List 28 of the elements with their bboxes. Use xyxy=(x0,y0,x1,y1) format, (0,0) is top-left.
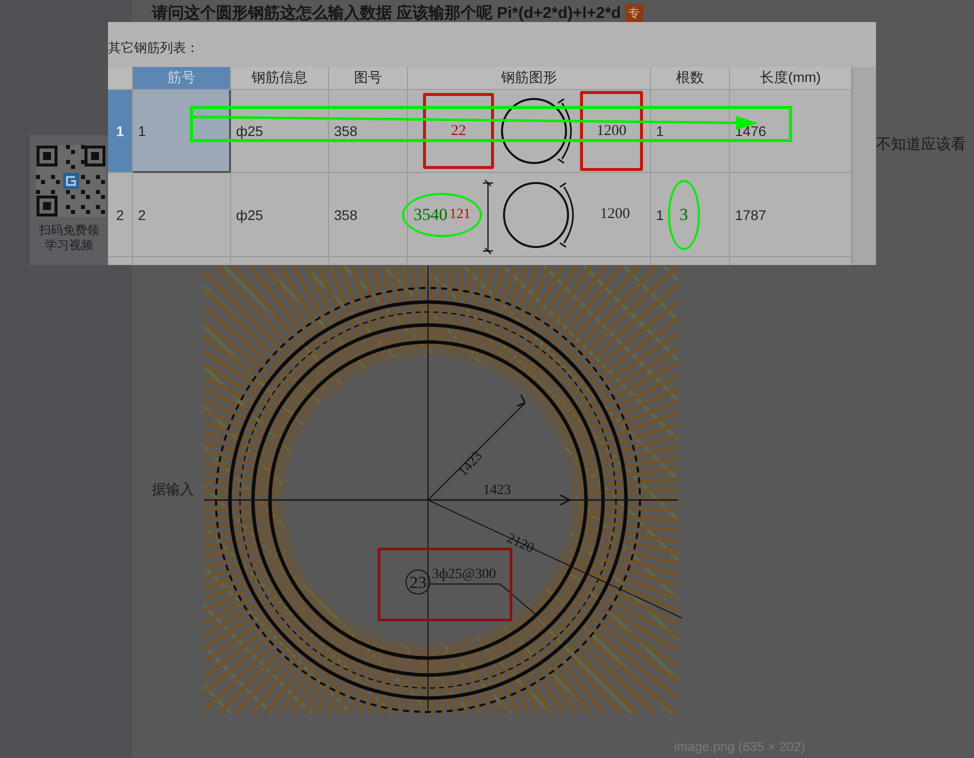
post-title: 请问这个圆形钢筋这怎么输入数据 应该输那个呢 Pi*(d+2*d)+l+2*d xyxy=(152,3,621,24)
dimension-label: 1200 xyxy=(599,206,631,223)
dimension-label: 22 xyxy=(423,93,494,169)
note-text: 3540 xyxy=(414,204,448,224)
post-text: 不知道应该看 xyxy=(876,135,967,154)
dimension-label: 1423 xyxy=(483,483,511,498)
table-heading: 其它钢筋列表： xyxy=(108,39,200,57)
qr-caption-text: 扫码免费领 xyxy=(39,223,99,238)
column-header[interactable]: 钢筋信息 xyxy=(231,67,329,90)
column-header[interactable]: 图号 xyxy=(329,67,408,90)
column-header[interactable]: 根数 xyxy=(651,67,730,90)
dimension-label: 1200 xyxy=(580,91,643,171)
note-ellipse: 3 xyxy=(668,180,700,250)
qr-code-drawing xyxy=(36,145,106,217)
row-number[interactable]: 2 xyxy=(108,173,133,257)
table-cell: 1 xyxy=(656,206,664,222)
dimension-label: 121 xyxy=(450,206,470,222)
column-header[interactable]: 长度(mm) xyxy=(730,67,852,90)
qr-caption-text: 学习视频 xyxy=(45,238,93,253)
rebar-spec-label: 3ф25@300 xyxy=(432,567,496,582)
column-header[interactable]: 钢筋图形 xyxy=(408,67,651,90)
table-cell: 2 xyxy=(133,173,231,257)
title-badge: 专 xyxy=(624,4,643,23)
callout-number: 23 xyxy=(410,573,426,592)
table-cell: 1 xyxy=(656,123,664,139)
table-cell: ф25 xyxy=(231,173,329,257)
table-cell: 1 xyxy=(133,90,231,173)
post-text: 据输入 xyxy=(152,480,195,498)
